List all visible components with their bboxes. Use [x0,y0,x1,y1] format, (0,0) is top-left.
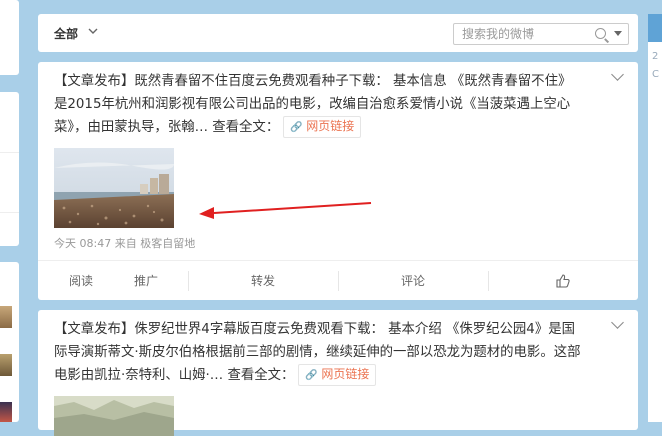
post-text-line: 【文章发布】既然青春留不住百度云免费观看种子下载： 基本信息 《既然青春留不住》 [54,74,572,89]
feed-filter-bar: 全部 [38,14,638,52]
post-actions-bar: 阅读 136 推广 转发 评论 [38,260,638,328]
right-sidebar: 2 C [648,14,662,422]
feed-post: 【文章发布】既然青春留不住百度云免费观看种子下载： 基本信息 《既然青春留不住》… [38,62,638,328]
search-dropdown-icon[interactable] [614,31,622,36]
repost-button[interactable]: 转发 [188,261,338,301]
post-text-line: 际导演斯蒂文·斯皮尔伯格根据前三部的剧情，继续延伸的一部以恐龙为题材的电影。这部 [54,345,581,360]
web-link-button[interactable]: 🔗 网页链接 [298,364,377,386]
post-text-line: 是2015年杭州和润影视有限公司出品的电影，改编自治愈系爱情小说《当菠菜遇上空心 [54,97,571,112]
read-more-link[interactable]: 查看全文： [212,120,279,135]
post-image[interactable] [54,148,174,228]
read-more-link[interactable]: 查看全文： [227,368,294,383]
web-link-button[interactable]: 🔗 网页链接 [283,116,362,138]
left-nav-list [0,92,19,246]
chevron-down-icon[interactable] [88,27,98,38]
post-time[interactable]: 今天 08:47 [54,237,111,250]
left-photo-card [0,262,19,422]
post-text: 【文章发布】侏罗纪世界4字幕版百度云免费观看下载： 基本介绍 《侏罗纪公园4》是… [54,318,614,387]
divider [488,271,489,291]
post-text-line: 【文章发布】侏罗纪世界4字幕版百度云免费观看下载： 基本介绍 《侏罗纪公园4》是… [54,322,576,337]
divider [0,212,19,213]
web-link-label: 网页链接 [321,367,370,381]
tab-all[interactable]: 全部 [54,25,78,42]
divider [0,152,19,153]
photo-thumb[interactable] [0,354,12,376]
left-nav-card [0,0,19,75]
link-icon: 🔗 [290,122,303,133]
post-text-line: 电影由凯拉·奈特利、山姆·… [54,368,224,383]
photo-thumb[interactable] [0,402,12,422]
post-meta: 今天 08:47 来自 极客自留地 [54,235,195,251]
right-sidebar-tab[interactable] [648,14,662,42]
search-box [453,23,629,45]
post-text: 【文章发布】既然青春留不住百度云免费观看种子下载： 基本信息 《既然青春留不住》… [54,70,614,139]
post-text-line: 菜》，由田蒙执导，张翰… 查看全文： 🔗 网页链接 [54,116,614,139]
like-icon[interactable] [556,274,570,288]
search-icon[interactable] [595,28,606,39]
right-sidebar-line: C [652,69,659,80]
read-count: 阅读 136 [69,274,94,328]
feed-post: 【文章发布】侏罗纪世界4字幕版百度云免费观看下载： 基本介绍 《侏罗纪公园4》是… [38,310,638,436]
post-text-line: 电影由凯拉·奈特利、山姆·… 查看全文： 🔗 网页链接 [54,364,614,387]
web-link-label: 网页链接 [306,119,355,133]
comment-button[interactable]: 评论 [338,261,488,301]
promote-button[interactable]: 推广 [132,261,160,301]
link-icon: 🔗 [305,370,318,381]
photo-thumb[interactable] [0,306,12,328]
post-source[interactable]: 来自 极客自留地 [115,237,196,250]
right-sidebar-text: 2 C [652,48,659,84]
right-sidebar-line: 2 [652,51,659,62]
post-text-line: 菜》，由田蒙执导，张翰… [54,120,208,135]
post-image[interactable] [54,396,174,436]
search-input[interactable] [462,26,590,42]
